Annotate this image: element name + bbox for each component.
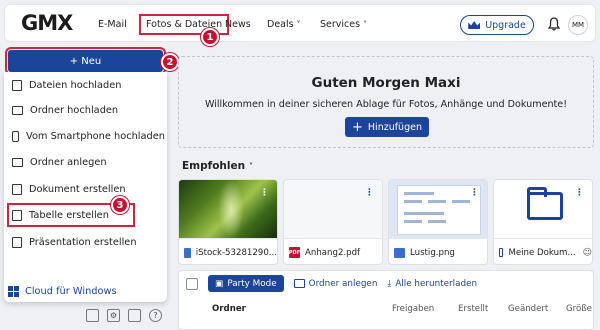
nav-services-label: Services <box>320 19 361 30</box>
folder-icon <box>499 248 504 257</box>
bell-icon[interactable] <box>548 17 560 31</box>
menu-item-create-folder[interactable]: Ordner anlegen <box>12 151 107 173</box>
card-filename: Anhang2.pdf <box>305 247 361 258</box>
card-filename: iStock-53281290... <box>195 247 277 258</box>
more-options-icon[interactable]: ⋮ <box>365 188 374 198</box>
more-options-icon[interactable]: ⋮ <box>575 188 584 198</box>
column-header-folder[interactable]: Ordner <box>212 304 246 314</box>
more-options-icon[interactable]: ⋮ <box>260 188 269 198</box>
upload-file-icon <box>12 79 22 91</box>
table-toolbar: ▣ Party Mode Ordner anlegen ⤓ Alle herunte… <box>179 271 593 296</box>
party-mode-icon: ▣ <box>215 278 224 289</box>
download-all-label: Alle herunterladen <box>395 278 478 289</box>
files-table: ▣ Party Mode Ordner anlegen ⤓ Alle herunte… <box>178 270 594 330</box>
menu-item-create-document[interactable]: Dokument erstellen <box>12 178 126 200</box>
column-header-created[interactable]: Erstellt <box>458 304 488 314</box>
image-file-icon <box>394 247 405 258</box>
nav-email[interactable]: E-Mail <box>98 19 127 30</box>
new-folder-icon <box>12 157 23 167</box>
windows-icon <box>8 286 19 297</box>
cloud-for-windows-label: Cloud für Windows <box>25 286 117 297</box>
nav-news[interactable]: News <box>225 19 251 30</box>
menu-item-upload-folder[interactable]: Ordner hochladen <box>12 99 118 121</box>
chevron-down-icon: ˅ <box>249 162 254 171</box>
menu-item-label: Vom Smartphone hochladen <box>26 130 165 142</box>
new-folder-icon <box>293 279 305 288</box>
menu-item-upload-files[interactable]: Dateien hochladen <box>12 74 121 96</box>
crown-icon <box>468 21 481 29</box>
smartphone-app-icon[interactable] <box>86 309 99 322</box>
nav-email-label: E-Mail <box>98 19 127 30</box>
nav-deals[interactable]: Deals ˅ <box>267 19 301 30</box>
menu-item-label: Ordner hochladen <box>30 104 119 116</box>
add-button[interactable]: + Hinzufügen <box>345 117 429 137</box>
main-content: Guten Morgen Maxi Willkommen in deiner s… <box>172 46 596 330</box>
download-icon: ⤓ <box>387 278 392 289</box>
chevron-down-icon: ˅ <box>363 20 368 29</box>
menu-item-label: Dateien hochladen <box>29 79 122 91</box>
recommended-card[interactable]: ⋮ PDF Anhang2.pdf <box>283 179 383 265</box>
annotation-badge-1: 1 <box>201 28 219 46</box>
column-header-shares[interactable]: Freigaben <box>392 304 434 314</box>
menu-item-label: Dokument erstellen <box>29 183 126 195</box>
pdf-file-icon: PDF <box>289 247 300 258</box>
folder-icon <box>527 187 563 220</box>
smartphone-icon <box>12 130 19 142</box>
upgrade-label: Upgrade <box>485 19 526 31</box>
upload-dropzone[interactable]: Guten Morgen Maxi Willkommen in deiner s… <box>178 56 594 148</box>
menu-item-label: Präsentation erstellen <box>29 236 137 248</box>
nav-services[interactable]: Services ˅ <box>320 19 367 30</box>
menu-item-label: Ordner anlegen <box>30 156 107 168</box>
shared-users-icon: ☺ <box>582 247 592 258</box>
recommended-card[interactable]: ⋮ Meine Dokum... ☺ <box>493 179 593 265</box>
greeting-heading: Guten Morgen Maxi <box>311 75 461 91</box>
nav-deals-label: Deals <box>267 19 294 30</box>
gmx-logo[interactable]: GMX <box>21 11 73 35</box>
top-navigation-bar: GMX E-Mail Fotos & Dateien News Deals ˅ S… <box>4 4 596 42</box>
recommended-card[interactable]: ⋮ iStock-53281290... <box>178 179 278 265</box>
feedback-icon[interactable] <box>128 309 141 322</box>
create-folder-label: Ordner anlegen <box>308 278 378 289</box>
sidebar-bottom-icons: ⚙ ? <box>86 309 162 322</box>
document-icon <box>12 183 22 195</box>
image-file-icon <box>184 247 191 258</box>
recommended-title: Empfohlen <box>182 160 246 172</box>
presentation-icon <box>12 236 22 248</box>
new-button[interactable]: + Neu <box>5 47 166 75</box>
nav-news-label: News <box>225 19 251 30</box>
settings-gear-icon[interactable]: ⚙ <box>107 309 120 322</box>
sidebar: + Neu Dateien hochladen Ordner hochladen… <box>4 46 167 326</box>
plus-icon: + <box>352 119 363 135</box>
help-icon[interactable]: ? <box>149 309 162 322</box>
upload-folder-icon <box>12 105 23 115</box>
chevron-down-icon: ˅ <box>296 20 301 29</box>
select-all-checkbox[interactable] <box>186 277 198 290</box>
new-dropdown-menu: Dateien hochladen Ordner hochladen Vom S… <box>4 72 167 302</box>
annotation-badge-3: 3 <box>111 196 129 214</box>
party-mode-button[interactable]: ▣ Party Mode <box>208 275 284 292</box>
card-filename: Lustig.png <box>410 247 455 258</box>
add-button-label: Hinzufügen <box>367 121 422 133</box>
download-all-button[interactable]: ⤓ Alle herunterladen <box>387 279 477 289</box>
card-filename: Meine Dokum... <box>508 247 576 258</box>
menu-item-create-presentation[interactable]: Präsentation erstellen <box>12 231 137 253</box>
upgrade-button[interactable]: Upgrade <box>460 15 534 35</box>
avatar[interactable]: MM <box>568 15 588 35</box>
party-mode-label: Party Mode <box>227 278 277 289</box>
column-header-modified[interactable]: Geändert <box>508 304 548 314</box>
create-folder-button[interactable]: Ordner anlegen <box>293 278 378 289</box>
recommended-section-toggle[interactable]: Empfohlen ˅ <box>182 160 253 172</box>
recommended-card[interactable]: ⋮ Lustig.png <box>388 179 488 265</box>
cloud-for-windows-link[interactable]: Cloud für Windows <box>8 286 117 297</box>
menu-item-upload-smartphone[interactable]: Vom Smartphone hochladen <box>12 125 165 147</box>
column-header-size[interactable]: Größe <box>566 304 592 314</box>
more-options-icon[interactable]: ⋮ <box>470 188 479 198</box>
welcome-text: Willkommen in deiner sicheren Ablage für… <box>204 99 568 110</box>
